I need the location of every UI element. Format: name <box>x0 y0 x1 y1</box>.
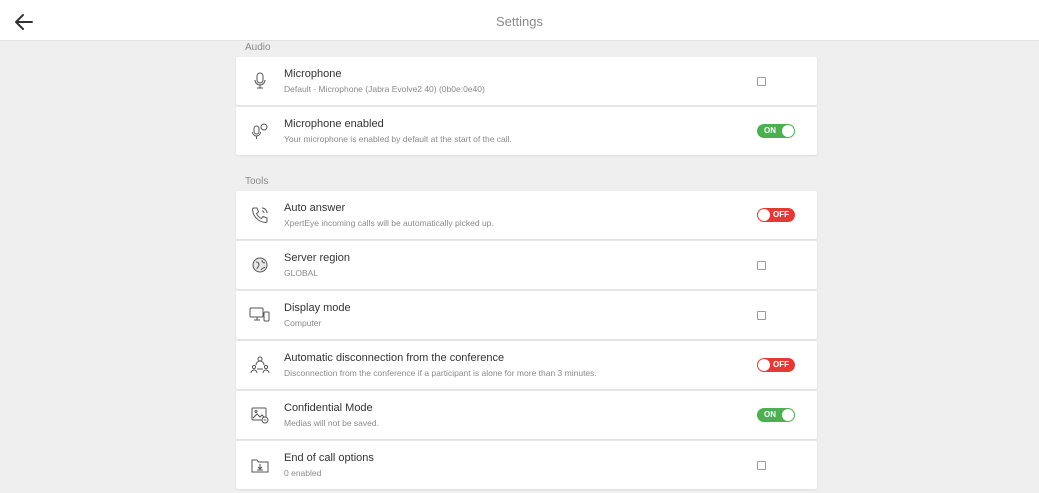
setting-auto-answer: Auto answer XpertEye incoming calls will… <box>236 191 817 239</box>
setting-end-of-call[interactable]: End of call options 0 enabled <box>236 441 817 489</box>
participants-icon <box>248 353 272 377</box>
auto-disconnect-toggle[interactable]: OFF <box>757 358 795 372</box>
confidential-mode-toggle[interactable]: ON <box>757 408 795 422</box>
server-region-checkbox[interactable] <box>757 261 766 270</box>
toggle-label: OFF <box>773 360 789 369</box>
microphone-checkbox[interactable] <box>757 77 766 86</box>
setting-name: End of call options <box>284 452 374 464</box>
setting-description: Your microphone is enabled by default at… <box>284 134 512 144</box>
setting-display-mode[interactable]: Display mode Computer <box>236 291 817 339</box>
end-of-call-checkbox[interactable] <box>757 461 766 470</box>
page-title: Settings <box>496 14 543 29</box>
setting-name: Auto answer <box>284 202 346 214</box>
setting-name: Microphone <box>284 68 342 80</box>
setting-description: 0 enabled <box>284 468 322 478</box>
section-label-audio: Audio <box>245 42 271 53</box>
setting-name: Confidential Mode <box>284 402 373 414</box>
setting-description: Default - Microphone (Jabra Evolve2 40) … <box>284 84 485 94</box>
display-mode-checkbox[interactable] <box>757 311 766 320</box>
toggle-label: ON <box>764 126 776 135</box>
setting-confidential-mode: Confidential Mode Medias will not be sav… <box>236 391 817 439</box>
setting-auto-disconnect: Automatic disconnection from the confere… <box>236 341 817 389</box>
toggle-label: ON <box>764 410 776 419</box>
setting-server-region[interactable]: Server region GLOBAL <box>236 241 817 289</box>
microphone-enabled-toggle[interactable]: ON <box>757 124 795 138</box>
auto-answer-toggle[interactable]: OFF <box>757 208 795 222</box>
monitor-icon <box>248 303 272 327</box>
microphone-enabled-icon <box>248 119 272 143</box>
toggle-label: OFF <box>773 210 789 219</box>
folder-download-icon <box>248 453 272 477</box>
toggle-knob <box>782 409 794 421</box>
setting-name: Display mode <box>284 302 351 314</box>
toggle-knob <box>758 209 770 221</box>
setting-name: Microphone enabled <box>284 118 384 130</box>
setting-description: Computer <box>284 318 322 328</box>
top-bar: Settings <box>0 0 1039 41</box>
microphone-icon <box>248 69 272 93</box>
toggle-knob <box>782 125 794 137</box>
setting-description: Medias will not be saved. <box>284 418 379 428</box>
setting-description: XpertEye incoming calls will be automati… <box>284 218 494 228</box>
setting-description: Disconnection from the conference if a p… <box>284 368 597 378</box>
setting-microphone[interactable]: Microphone Default - Microphone (Jabra E… <box>236 57 817 105</box>
setting-name: Server region <box>284 252 351 264</box>
setting-microphone-enabled: Microphone enabled Your microphone is en… <box>236 107 817 155</box>
section-label-tools: Tools <box>245 176 269 187</box>
phone-icon <box>248 203 272 227</box>
setting-description: GLOBAL <box>284 268 319 278</box>
toggle-knob <box>758 359 770 371</box>
setting-name: Automatic disconnection from the confere… <box>284 352 505 364</box>
globe-icon <box>248 253 272 277</box>
image-lock-icon <box>248 403 272 427</box>
